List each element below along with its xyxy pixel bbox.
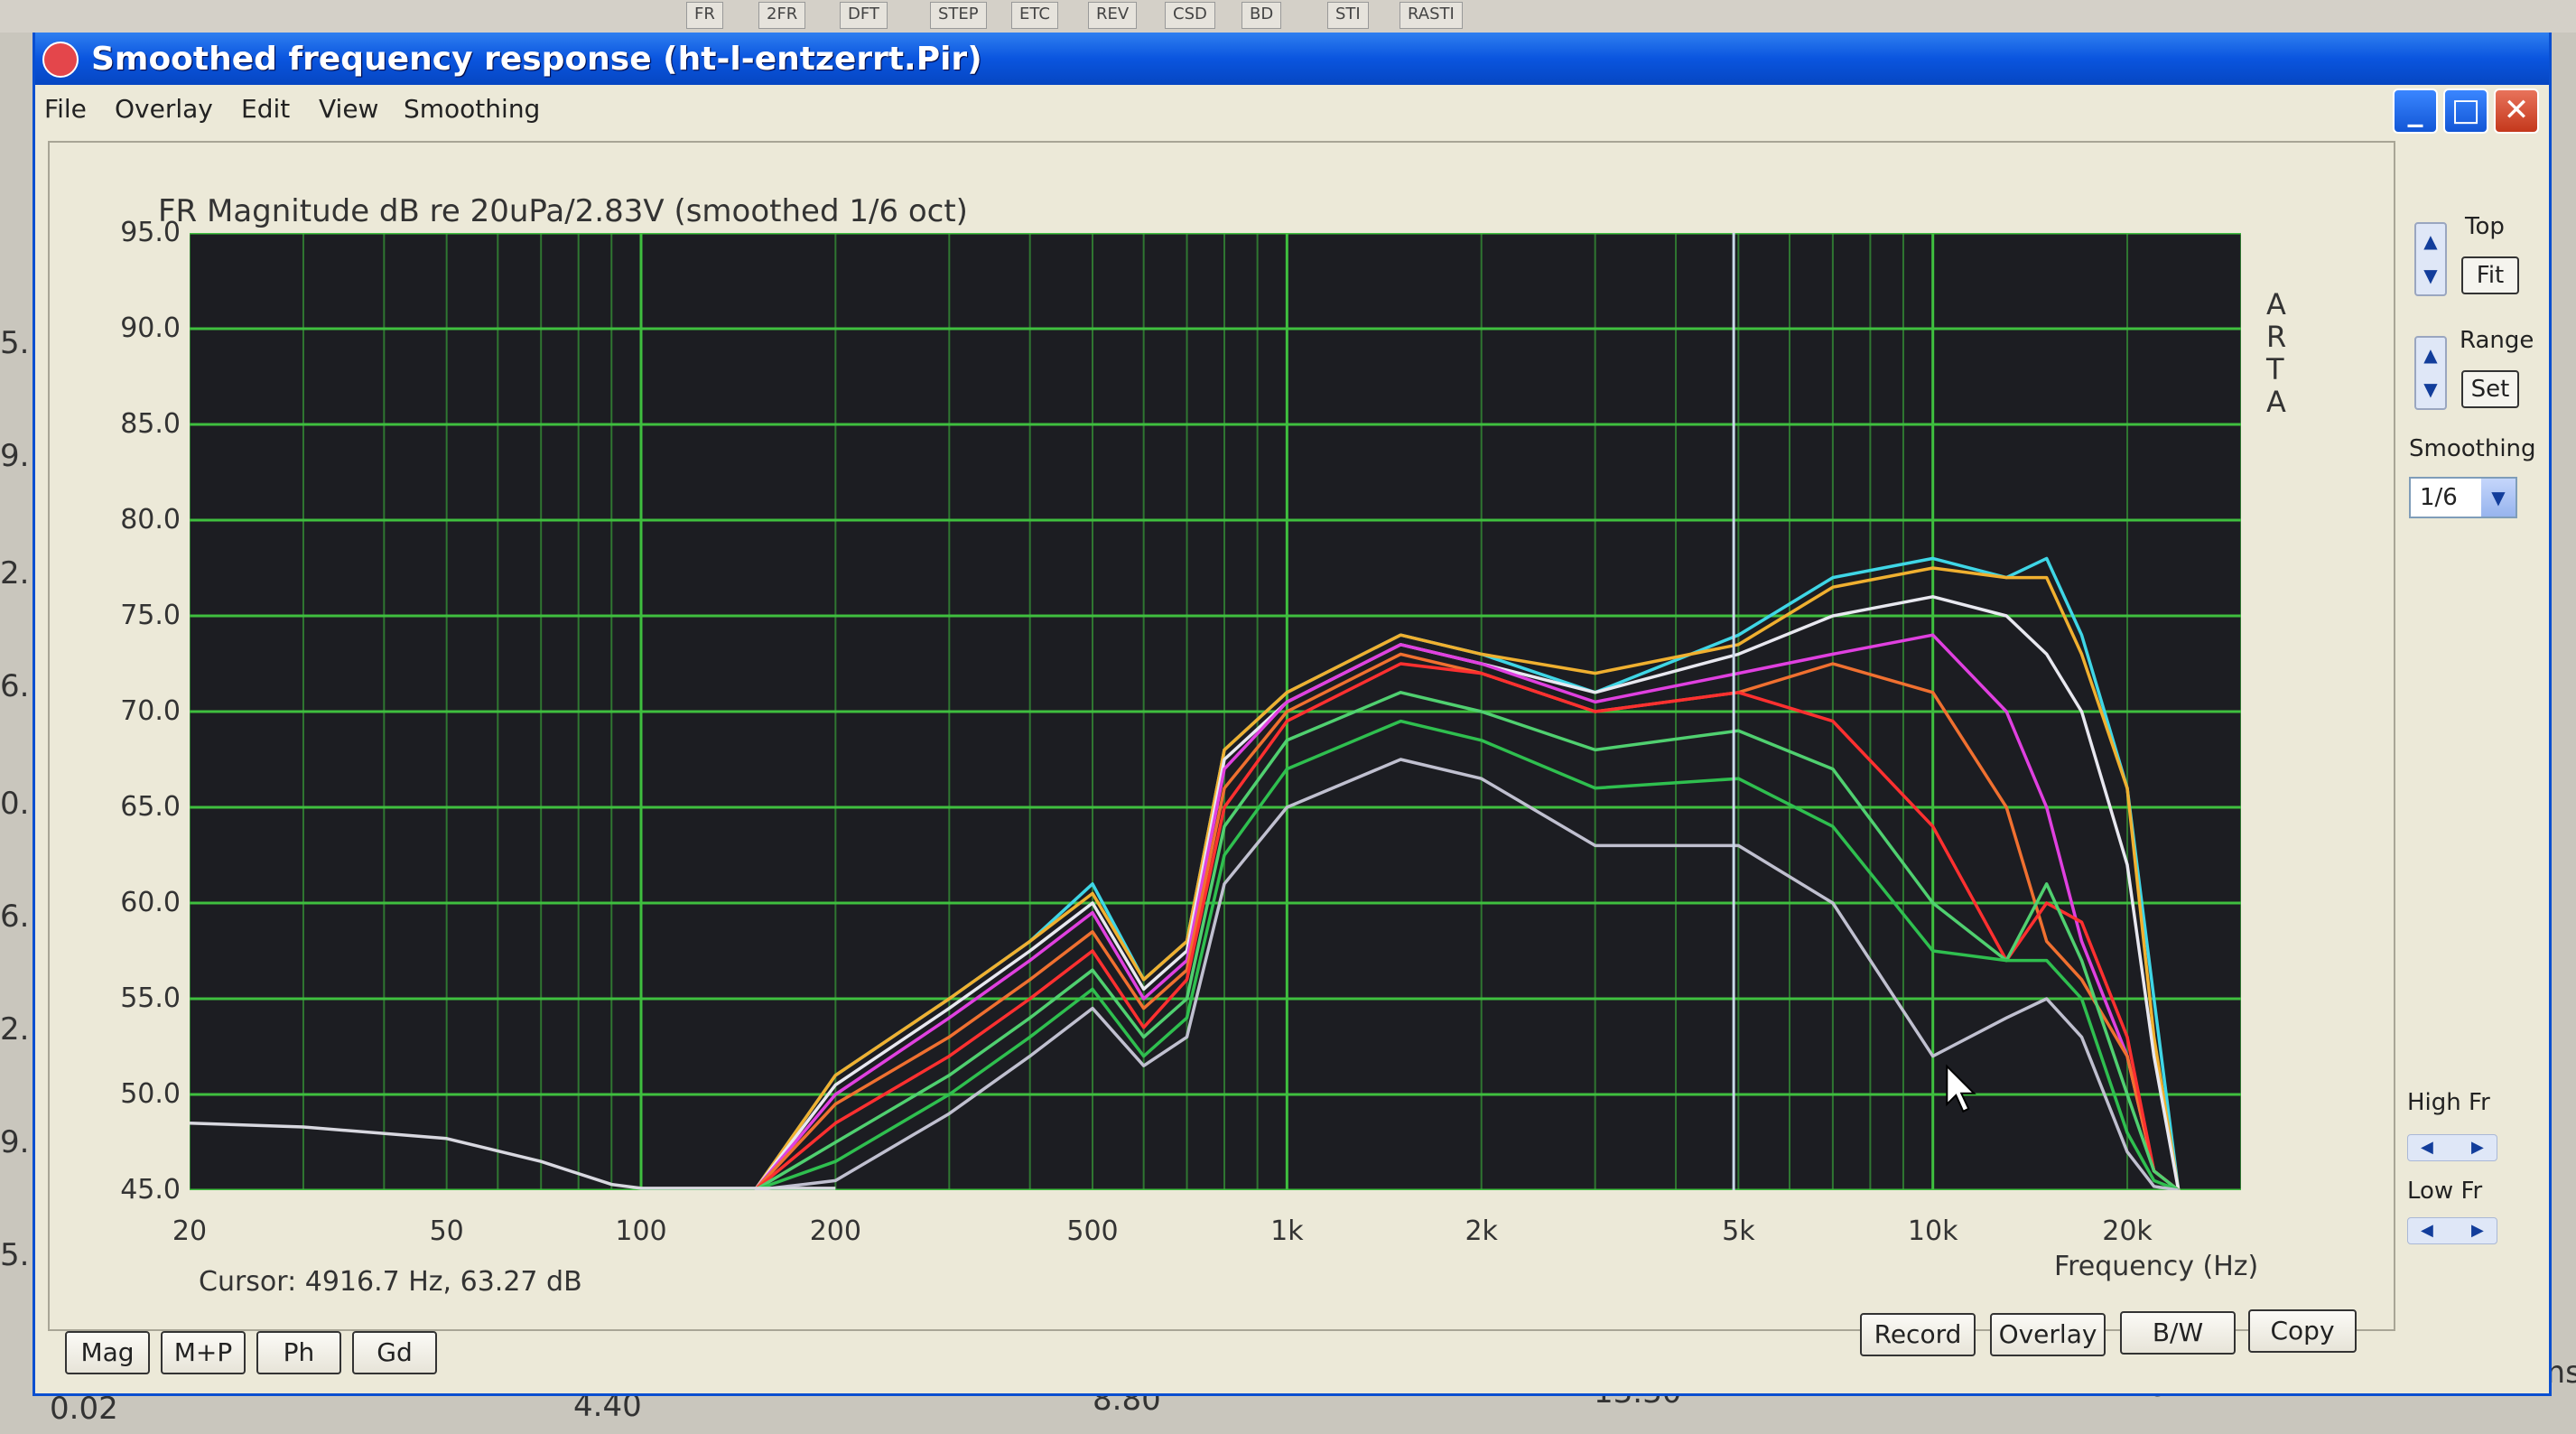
bg-left-digit: 9. [0,438,30,474]
y-tick-label: 75.0 [120,600,181,631]
bg-left-digit: 0. [0,786,30,822]
range-label: Range [2460,327,2534,354]
minimize-button[interactable]: _ [2393,88,2438,134]
title-bar[interactable]: Smoothed frequency response (ht-l-entzer… [35,33,2549,85]
bg-tab-fr: FR [686,2,723,29]
record-button[interactable]: Record [1860,1313,1976,1356]
mag-button[interactable]: Mag [65,1331,150,1374]
menu-view[interactable]: View [319,94,378,124]
bg-tab-etc: ETC [1011,2,1058,29]
brand-letter: A [2266,385,2286,419]
menu-smoothing[interactable]: Smoothing [404,94,540,124]
frequency-response-plot[interactable] [190,233,2241,1190]
bg-left-digit: 5. [0,1237,30,1273]
app-icon[interactable] [42,42,79,78]
window-title: Smoothed frequency response (ht-l-entzer… [91,41,982,78]
bg-left-digit: 6. [0,668,30,704]
y-tick-label: 90.0 [120,312,181,344]
x-tick-label: 500 [1066,1215,1119,1247]
x-tick-label: 2k [1465,1215,1498,1247]
y-tick-label: 50.0 [120,1078,181,1110]
x-tick-label: 20 [172,1215,208,1247]
bg-tab-dft: DFT [840,2,888,29]
x-axis-label: Frequency (Hz) [2054,1251,2259,1282]
bg-tab-csd: CSD [1165,2,1215,29]
bg-left-digit: 2. [0,1011,30,1048]
group-delay-button[interactable]: Gd [352,1331,437,1374]
x-tick-label: 100 [615,1215,667,1247]
y-tick-label: 85.0 [120,408,181,440]
x-tick-label: 50 [429,1215,464,1247]
bg-tab-2fr: 2FR [758,2,806,29]
up-arrow-icon[interactable]: ▲ [2416,224,2445,258]
bg-left-digit: 2. [0,555,30,591]
menu-bar: File Overlay Edit View Smoothing [35,85,2549,132]
menu-overlay[interactable]: Overlay [115,94,213,124]
chart-title: FR Magnitude dB re 20uPa/2.83V (smoothed… [158,193,968,229]
menu-file[interactable]: File [44,94,87,124]
bg-axis-label: 0.02 [50,1391,118,1427]
low-fr-label: Low Fr [2407,1178,2483,1205]
smoothing-label: Smoothing [2409,435,2536,462]
top-spinner[interactable]: ▲ ▼ [2414,222,2447,296]
y-tick-label: 80.0 [120,504,181,535]
x-tick-label: 200 [809,1215,861,1247]
low-fr-scroll[interactable]: ◀ ▶ [2407,1217,2497,1244]
bg-tab-step: STEP [930,2,987,29]
mag-phase-button[interactable]: M+P [161,1331,246,1374]
maximize-button[interactable]: □ [2443,88,2488,134]
cursor-readout: Cursor: 4916.7 Hz, 63.27 dB [199,1266,582,1298]
down-arrow-icon[interactable]: ▼ [2416,372,2445,406]
high-fr-scroll[interactable]: ◀ ▶ [2407,1134,2497,1161]
brand-letter: T [2266,352,2284,386]
overlay-button[interactable]: Overlay [1990,1313,2106,1356]
y-tick-label: 70.0 [120,695,181,727]
up-arrow-icon[interactable]: ▲ [2416,338,2445,372]
bg-left-digit: 9. [0,1124,30,1160]
y-tick-label: 60.0 [120,887,181,918]
x-tick-label: 10k [1907,1215,1958,1247]
close-button[interactable]: ✕ [2494,88,2539,134]
top-label: Top [2465,213,2505,240]
copy-button[interactable]: Copy [2248,1309,2357,1353]
chevron-down-icon[interactable]: ▼ [2481,479,2516,517]
brand-letter: R [2266,320,2287,354]
set-button[interactable]: Set [2461,370,2519,408]
bw-button[interactable]: B/W [2120,1311,2236,1355]
chevron-right-icon[interactable]: ▶ [2471,1221,2484,1240]
y-tick-label: 55.0 [120,982,181,1014]
x-tick-label: 1k [1270,1215,1304,1247]
chevron-left-icon[interactable]: ◀ [2421,1221,2433,1240]
x-tick-label: 20k [2102,1215,2153,1247]
bg-left-digit: 5. [0,325,30,361]
bg-tab-rasti: RASTI [1400,2,1463,29]
bg-tab-bd: BD [1242,2,1282,29]
range-spinner[interactable]: ▲ ▼ [2414,336,2447,410]
y-tick-label: 45.0 [120,1174,181,1206]
brand-letter: A [2266,287,2286,321]
y-tick-label: 95.0 [120,217,181,248]
chevron-left-icon[interactable]: ◀ [2421,1138,2433,1157]
bg-tab-rev: REV [1088,2,1138,29]
background-toolbar: FR 2FR DFT STEP ETC REV CSD BD STI RASTI [0,0,2576,33]
chevron-right-icon[interactable]: ▶ [2471,1138,2484,1157]
phase-button[interactable]: Ph [256,1331,341,1374]
menu-edit[interactable]: Edit [241,94,290,124]
down-arrow-icon[interactable]: ▼ [2416,258,2445,293]
bg-tab-sti: STI [1327,2,1369,29]
x-tick-label: 5k [1722,1215,1755,1247]
fit-button[interactable]: Fit [2461,256,2519,294]
smoothing-select[interactable]: 1/6 ▼ [2409,477,2517,518]
y-tick-label: 65.0 [120,791,181,823]
high-fr-label: High Fr [2407,1089,2490,1116]
bg-left-digit: 6. [0,899,30,935]
smoothing-value: 1/6 [2420,484,2458,511]
